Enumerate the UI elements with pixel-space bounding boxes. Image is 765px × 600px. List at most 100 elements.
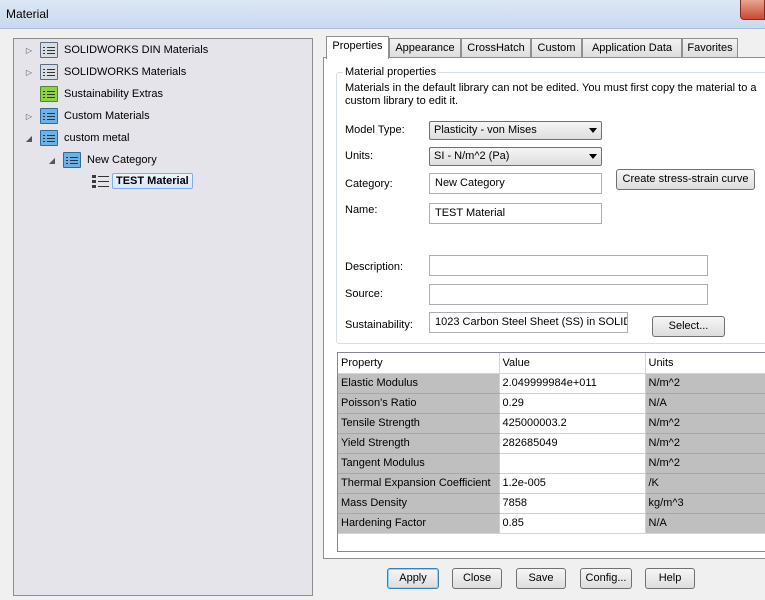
property-name: Yield Strength (338, 433, 500, 454)
library-folder-icon (40, 130, 58, 146)
tree-item-new-category[interactable]: ◢ New Category (47, 150, 157, 170)
property-units: /K (645, 473, 765, 494)
source-field[interactable] (429, 284, 708, 305)
sustainability-label: Sustainability: (345, 319, 413, 331)
property-units: kg/m^3 (645, 493, 765, 514)
tree-item-label: TEST Material (112, 173, 193, 189)
close-button[interactable]: Close (452, 568, 502, 589)
material-properties-title: Material properties (343, 66, 439, 78)
config-button[interactable]: Config... (580, 568, 632, 589)
source-label: Source: (345, 288, 383, 300)
tree-item-sustainability-extras[interactable]: Sustainability Extras (24, 84, 163, 104)
table-row: Thermal Expansion Coefficient 1.2e-005 /… (338, 473, 765, 494)
create-stress-strain-curve-button[interactable]: Create stress-strain curve (616, 169, 755, 190)
tree-item-label: SOLIDWORKS Materials (64, 66, 187, 78)
category-field[interactable]: New Category (429, 173, 602, 194)
name-field[interactable]: TEST Material (429, 203, 602, 224)
category-label: Category: (345, 178, 393, 190)
apply-button[interactable]: Apply (387, 568, 439, 589)
property-value[interactable]: 282685049 (499, 433, 646, 454)
category-folder-icon (63, 152, 81, 168)
property-units: N/m^2 (645, 433, 765, 454)
grid-horizontal-scrollbar[interactable] (338, 533, 765, 551)
tab-properties[interactable]: Properties (326, 36, 389, 59)
column-header-units[interactable]: Units (645, 353, 765, 374)
property-value[interactable]: 2.049999984e+011 (499, 373, 646, 394)
description-field[interactable] (429, 255, 708, 276)
property-units: N/m^2 (645, 413, 765, 434)
model-type-value: Plasticity - von Mises (434, 124, 537, 136)
tab-appearance[interactable]: Appearance (389, 38, 461, 58)
tree-item-solidworks-din-materials[interactable]: ▷ SOLIDWORKS DIN Materials (24, 40, 208, 60)
help-button[interactable]: Help (645, 568, 695, 589)
table-row: Hardening Factor 0.85 N/A (338, 513, 765, 534)
property-name: Thermal Expansion Coefficient (338, 473, 500, 494)
tree-expander-icon[interactable]: ◢ (47, 156, 57, 165)
select-sustainability-button[interactable]: Select... (652, 316, 725, 337)
property-value[interactable]: 7858 (499, 493, 646, 514)
tab-custom[interactable]: Custom (531, 38, 582, 58)
property-units: N/m^2 (645, 373, 765, 394)
table-row: Tangent Modulus N/m^2 (338, 453, 765, 474)
property-name: Tangent Modulus (338, 453, 500, 474)
property-name: Mass Density (338, 493, 500, 514)
property-name: Elastic Modulus (338, 373, 500, 394)
window-close-button[interactable] (740, 0, 765, 20)
tree-item-label: Custom Materials (64, 110, 150, 122)
table-row: Mass Density 7858 kg/m^3 (338, 493, 765, 514)
units-select[interactable]: SI - N/m^2 (Pa) (429, 147, 602, 166)
window-title-bar: Material (0, 0, 765, 29)
save-button[interactable]: Save (516, 568, 566, 589)
property-name: Hardening Factor (338, 513, 500, 534)
property-name: Poisson's Ratio (338, 393, 500, 414)
tree-expander-icon[interactable]: ◢ (24, 134, 34, 143)
material-library-tree[interactable]: ▷ SOLIDWORKS DIN Materials ▷ SOLIDWORKS … (13, 38, 313, 596)
units-value: SI - N/m^2 (Pa) (434, 150, 510, 162)
tree-item-label: custom metal (64, 132, 130, 144)
description-label: Description: (345, 261, 404, 273)
tree-expander-icon[interactable]: ▷ (24, 68, 34, 77)
property-value[interactable]: 1.2e-005 (499, 473, 646, 494)
tree-item-test-material[interactable]: TEST Material (76, 171, 193, 191)
library-folder-icon (40, 86, 58, 102)
grid-header-row: Property Value Units (338, 353, 765, 374)
property-value[interactable]: 425000003.2 (499, 413, 646, 434)
material-icon (92, 173, 110, 189)
table-row: Poisson's Ratio 0.29 N/A (338, 393, 765, 414)
table-row: Tensile Strength 425000003.2 N/m^2 (338, 413, 765, 434)
window-title: Material (6, 7, 49, 21)
tree-item-custom-materials[interactable]: ▷ Custom Materials (24, 106, 150, 126)
table-row: Yield Strength 282685049 N/m^2 (338, 433, 765, 454)
tree-item-solidworks-materials[interactable]: ▷ SOLIDWORKS Materials (24, 62, 186, 82)
tab-application-data[interactable]: Application Data (582, 38, 682, 58)
property-units: N/A (645, 393, 765, 414)
column-header-property[interactable]: Property (338, 353, 500, 374)
tree-item-custom-metal[interactable]: ◢ custom metal (24, 128, 129, 148)
tree-expander-icon[interactable]: ▷ (24, 46, 34, 55)
property-value[interactable] (499, 453, 646, 474)
library-folder-icon (40, 64, 58, 80)
property-name: Tensile Strength (338, 413, 500, 434)
material-property-grid: Property Value Units Elastic Modulus 2.0… (337, 352, 765, 552)
chevron-down-icon (589, 154, 597, 159)
tab-favorites[interactable]: Favorites (682, 38, 738, 58)
units-label: Units: (345, 150, 374, 162)
tree-item-label: Sustainability Extras (64, 88, 164, 100)
chevron-down-icon (589, 128, 597, 133)
property-value[interactable]: 0.29 (499, 393, 646, 414)
tab-crosshatch[interactable]: CrossHatch (461, 38, 531, 58)
tree-expander-icon[interactable]: ▷ (24, 112, 34, 121)
sustainability-field[interactable]: 1023 Carbon Steel Sheet (SS) in SOLIDWOR… (429, 312, 628, 333)
library-folder-icon (40, 42, 58, 58)
library-edit-note: Materials in the default library can not… (345, 82, 757, 107)
table-row: Elastic Modulus 2.049999984e+011 N/m^2 (338, 373, 765, 394)
column-header-value[interactable]: Value (499, 353, 646, 374)
tree-item-label: New Category (87, 154, 157, 166)
property-value[interactable]: 0.85 (499, 513, 646, 534)
model-type-label: Model Type: (345, 124, 405, 136)
name-label: Name: (345, 204, 378, 216)
property-units: N/A (645, 513, 765, 534)
property-units: N/m^2 (645, 453, 765, 474)
model-type-select[interactable]: Plasticity - von Mises (429, 121, 602, 140)
library-folder-icon (40, 108, 58, 124)
